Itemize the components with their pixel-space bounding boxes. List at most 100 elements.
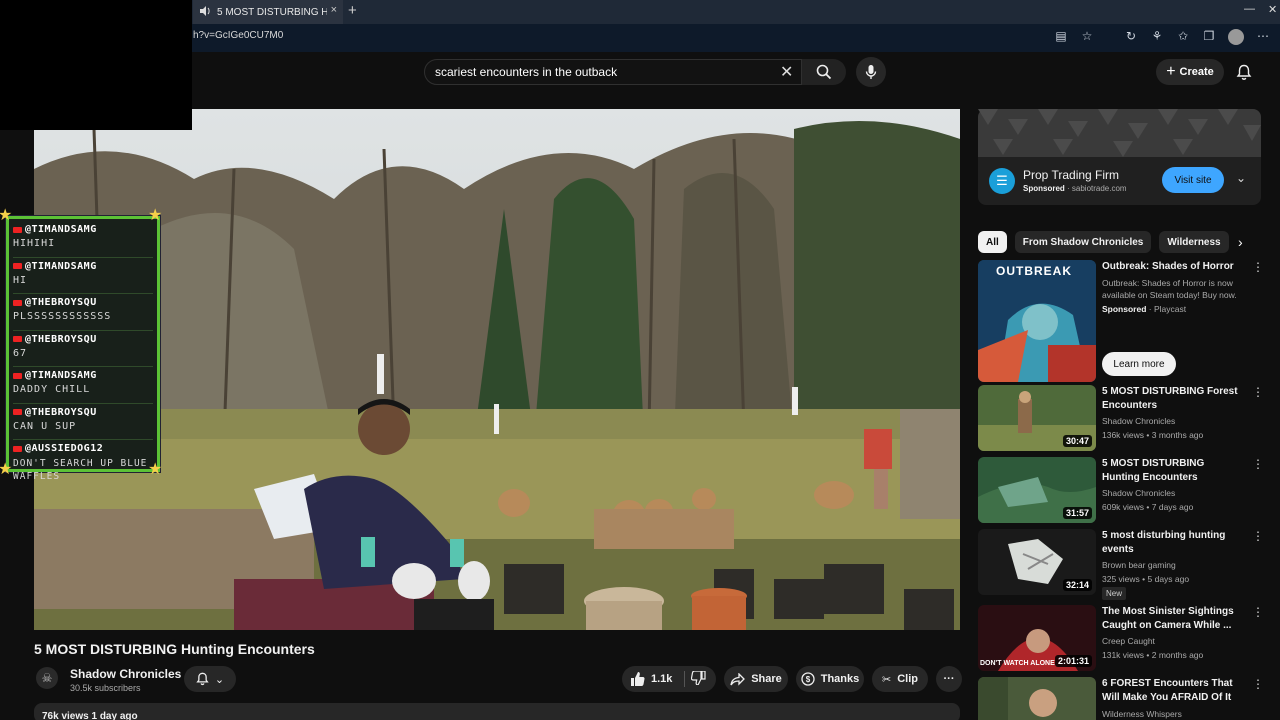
more-vert-icon[interactable]: ⋮ [1252, 260, 1264, 274]
chat-text: CAN U SUP [13, 420, 77, 432]
chat-username: @THEBROYSQU [25, 406, 97, 418]
overlay-block [0, 0, 192, 130]
clip-label: Clip [897, 673, 918, 685]
dislike-button[interactable] [691, 669, 707, 688]
profile-avatar[interactable] [1228, 29, 1244, 45]
recommendation-item[interactable]: 30:47 5 MOST DISTURBING Forest Encounter… [978, 385, 1278, 451]
browser-tab[interactable]: 5 MOST DISTURBING Hunt × [193, 0, 343, 24]
address-bar: h?v=GcIGe0CU7M0 ▤ ☆ ↻ ⚘ ✩ ❐ ⋯ [0, 24, 1280, 52]
notifications-bell-icon[interactable] [1236, 64, 1252, 86]
more-vert-icon[interactable]: ⋮ [1252, 385, 1264, 399]
notification-settings-button[interactable]: ⌄ [184, 666, 236, 692]
rec-title[interactable]: The Most Sinister Sightings Caught on Ca… [1102, 605, 1242, 633]
rec-channel[interactable]: Shadow Chronicles [1102, 488, 1175, 498]
collections-icon[interactable]: ❐ [1202, 29, 1216, 43]
recommendation-ad[interactable]: OUTBREAK Outbreak: Shades of Horror Outb… [978, 260, 1278, 382]
thanks-icon: $ [801, 672, 815, 686]
youtube-badge-icon [13, 336, 22, 342]
reader-mode-icon[interactable]: ▤ [1054, 29, 1068, 43]
search-icon [816, 64, 832, 80]
more-vert-icon[interactable]: ⋮ [1252, 677, 1264, 691]
sponsored-label: Sponsored [1023, 184, 1065, 193]
chat-text: DON'T SEARCH UP BLUE WAFFLES [13, 458, 148, 482]
video-title: 5 MOST DISTURBING Hunting Encounters [34, 641, 315, 657]
refresh-icon[interactable]: ↻ [1124, 29, 1138, 43]
more-vert-icon[interactable]: ⋮ [1252, 457, 1264, 471]
recommendation-item[interactable]: DON'T WATCH ALONE 2:01:31 The Most Sinis… [978, 605, 1278, 671]
video-player[interactable] [34, 109, 960, 630]
chat-username: @AUSSIEDOG12 [25, 443, 104, 454]
ad-banner-image[interactable] [978, 109, 1261, 157]
more-actions-button[interactable]: ··· [936, 666, 962, 692]
close-window-icon[interactable]: ✕ [1268, 3, 1277, 16]
rec-channel[interactable]: Brown bear gaming [1102, 560, 1176, 570]
ad-title[interactable]: Prop Trading Firm [1023, 168, 1119, 182]
star-icon: ★ [0, 207, 13, 224]
more-vert-icon[interactable]: ⋮ [1252, 605, 1264, 619]
like-dislike-group: 1.1k [622, 666, 716, 692]
search-input[interactable]: scariest encounters in the outback [424, 59, 802, 85]
thumbnail[interactable]: 32:14 [978, 529, 1096, 595]
youtube-badge-icon [13, 263, 22, 269]
recommendation-item[interactable]: 31:57 5 MOST DISTURBING Hunting Encounte… [978, 457, 1278, 523]
rec-title[interactable]: 5 most disturbing hunting events [1102, 529, 1242, 557]
clip-button[interactable]: ✂ Clip [872, 666, 928, 692]
rec-title[interactable]: 5 MOST DISTURBING Hunting Encounters [1102, 457, 1242, 485]
thumbnail[interactable]: OUTBREAK [978, 260, 1096, 382]
rec-title[interactable]: 6 FOREST Encounters That Will Make You A… [1102, 677, 1242, 705]
subscriber-count: 30.5k subscribers [70, 683, 141, 693]
chip-wilderness[interactable]: Wilderness [1159, 231, 1229, 253]
search-button[interactable] [802, 59, 846, 85]
youtube-badge-icon [13, 299, 22, 306]
rec-title[interactable]: Outbreak: Shades of Horror [1102, 260, 1242, 274]
chip-from-channel[interactable]: From Shadow Chronicles [1014, 231, 1152, 253]
star-icon: ★ [0, 461, 13, 478]
learn-more-button[interactable]: Learn more [1102, 352, 1176, 376]
url-field[interactable]: h?v=GcIGe0CU7M0 [193, 30, 283, 41]
minimize-icon[interactable]: — [1244, 3, 1255, 15]
rec-channel[interactable]: Creep Caught [1102, 636, 1155, 646]
chat-message: @TIMANDSAMG HI [13, 261, 153, 294]
rec-channel[interactable]: Shadow Chronicles [1102, 416, 1175, 426]
duration: 31:57 [1062, 507, 1092, 519]
thumbnail[interactable]: DON'T WATCH ALONE 2:01:31 [978, 605, 1096, 671]
chevron-right-icon[interactable]: › [1238, 234, 1243, 250]
more-dots-icon: ··· [943, 673, 955, 685]
description-box[interactable]: 76k views 1 day ago [34, 703, 960, 720]
chip-all[interactable]: All [978, 231, 1007, 253]
share-button[interactable]: Share [724, 666, 788, 692]
rec-stats: 131k views • 2 months ago [1102, 650, 1204, 660]
thumbnail[interactable]: 31:57 [978, 457, 1096, 523]
visit-site-button[interactable]: Visit site [1162, 167, 1224, 193]
search-query: scariest encounters in the outback [435, 65, 618, 79]
favorites-icon[interactable]: ✩ [1176, 29, 1190, 43]
voice-search-button[interactable] [856, 57, 886, 87]
more-vert-icon[interactable]: ⋮ [1252, 529, 1264, 543]
clear-search-icon[interactable]: ✕ [780, 62, 793, 82]
chat-username: @THEBROYSQU [25, 297, 97, 308]
rec-title[interactable]: 5 MOST DISTURBING Forest Encounters [1102, 385, 1242, 413]
thumbnail[interactable]: 30:47 [978, 385, 1096, 451]
channel-name[interactable]: Shadow Chronicles [70, 667, 181, 681]
favorite-star-icon[interactable]: ☆ [1080, 29, 1094, 43]
thumbnail[interactable] [978, 677, 1096, 720]
chat-username: @THEBROYSQU [25, 333, 97, 345]
recommendation-item[interactable]: 32:14 5 most disturbing hunting events B… [978, 529, 1278, 600]
recommendation-item[interactable]: 6 FOREST Encounters That Will Make You A… [978, 677, 1278, 720]
thumbnail-text: DON'T WATCH ALONE [980, 660, 1055, 667]
browser-tabbar: 5 MOST DISTURBING Hunt × + — ✕ [0, 0, 1280, 24]
chat-message: @THEBROYSQU PLSSSSSSSSSSSS [13, 297, 153, 331]
tab-close-icon[interactable]: × [331, 4, 337, 16]
youtube-badge-icon [13, 409, 22, 415]
extension-icon[interactable]: ⚘ [1150, 29, 1164, 43]
channel-avatar[interactable]: ☠ [36, 667, 58, 689]
create-button[interactable]: + Create [1156, 59, 1224, 85]
menu-icon[interactable]: ⋯ [1256, 29, 1270, 43]
chevron-down-icon[interactable]: ⌄ [1236, 171, 1246, 185]
like-button[interactable]: 1.1k [630, 672, 672, 686]
thanks-button[interactable]: $ Thanks [796, 666, 864, 692]
ad-domain: sabiotrade.com [1071, 184, 1127, 193]
rec-channel[interactable]: Wilderness Whispers [1102, 709, 1182, 719]
new-tab-button[interactable]: + [348, 2, 357, 19]
filter-chips: All From Shadow Chronicles Wilderness [978, 231, 1229, 253]
